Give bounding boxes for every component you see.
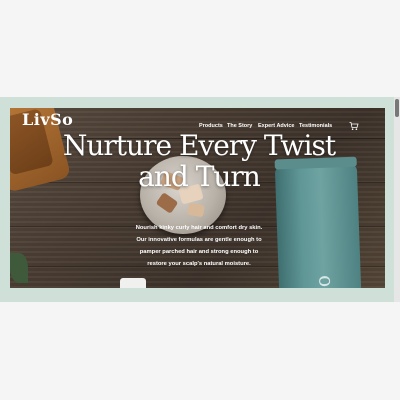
ingredient-chip: [187, 202, 205, 218]
product-tube-label: LivSo: [311, 274, 337, 288]
hero-subcopy: Nourish kinky curly hair and comfort dry…: [124, 222, 274, 270]
bottle-top: [120, 278, 146, 288]
page-bottom-area: [0, 302, 400, 400]
scrollbar[interactable]: [394, 97, 400, 302]
hero-headline: Nurture Every Twist and Turn: [58, 130, 340, 192]
cart-icon[interactable]: [349, 121, 359, 131]
hero-headline-line2: and Turn: [138, 160, 261, 193]
hero-subcopy-line1: Nourish kinky curly hair and comfort dry…: [135, 225, 263, 231]
scrollbar-thumb[interactable]: [395, 99, 399, 117]
ingredient-chip: [155, 192, 179, 214]
hero-subcopy-line4: restore your scalp's natural moisture.: [147, 261, 251, 267]
hero-subcopy-line2: Our innovative formulas are gentle enoug…: [136, 237, 262, 243]
page-top-area: [0, 0, 400, 97]
brand-logo[interactable]: LivSo: [22, 110, 73, 129]
hero-subcopy-line3: pamper parched hair and strong enough to: [139, 249, 259, 255]
plant-leaf: [10, 253, 28, 283]
hero-headline-line1: Nurture Every Twist: [62, 129, 336, 162]
